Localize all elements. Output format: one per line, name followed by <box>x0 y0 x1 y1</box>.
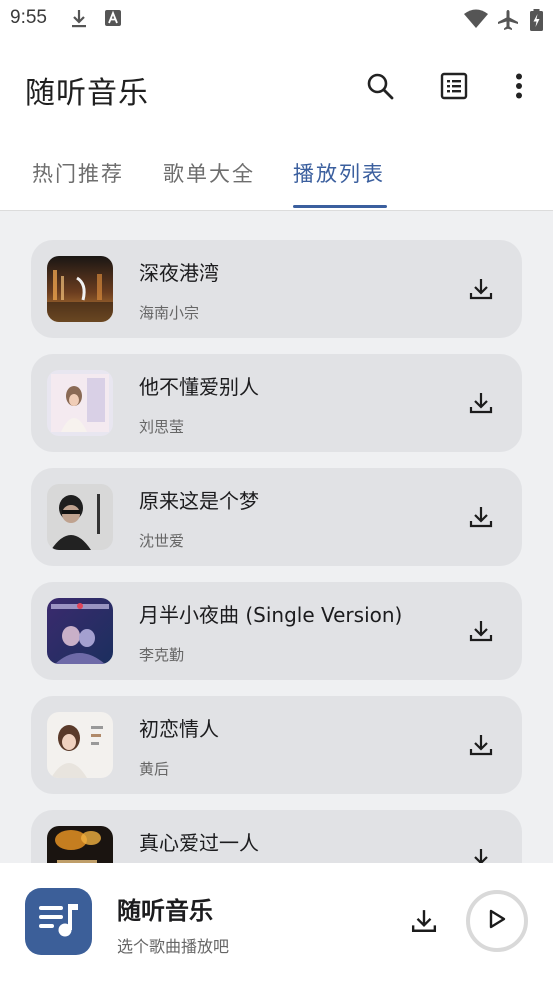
song-title: 初恋情人 <box>139 717 219 741</box>
album-cover <box>47 484 113 550</box>
airplane-icon <box>497 9 519 35</box>
download-button[interactable] <box>463 501 499 537</box>
download-icon <box>469 505 493 533</box>
play-icon <box>488 909 506 933</box>
tab-indicator <box>293 205 387 208</box>
notification-a-icon <box>104 9 122 31</box>
tab-play-list[interactable]: 播放列表 <box>293 158 385 188</box>
download-button[interactable] <box>463 615 499 651</box>
player-download-button[interactable] <box>404 903 444 943</box>
battery-charging-icon <box>530 9 543 35</box>
song-artist: 沈世爱 <box>139 532 185 550</box>
list-icon <box>440 72 468 104</box>
album-cover <box>47 712 113 778</box>
song-item[interactable]: 深夜港湾 海南小宗 <box>31 240 522 338</box>
song-item[interactable]: 月半小夜曲 (Single Version) 李克勤 <box>31 582 522 680</box>
status-time: 9:55 <box>10 7 47 28</box>
search-button[interactable] <box>360 68 400 108</box>
album-cover <box>47 598 113 664</box>
more-options-button[interactable] <box>499 68 539 108</box>
song-item[interactable]: 他不懂爱别人 刘思莹 <box>31 354 522 452</box>
song-item[interactable]: 初恋情人 黄后 <box>31 696 522 794</box>
song-artist: 李克勤 <box>139 646 185 664</box>
download-icon <box>469 733 493 761</box>
song-artist: 刘思莹 <box>139 418 185 436</box>
download-button[interactable] <box>463 843 499 863</box>
download-icon <box>469 391 493 419</box>
player-subtitle: 选个歌曲播放吧 <box>117 937 230 956</box>
download-icon <box>469 847 493 863</box>
download-icon <box>70 9 88 33</box>
song-title: 真心爱过一人 <box>139 831 259 855</box>
album-cover <box>47 370 113 436</box>
album-cover <box>47 826 113 863</box>
tab-playlists[interactable]: 歌单大全 <box>163 158 255 188</box>
mini-player[interactable]: 随听音乐 选个歌曲播放吧 <box>0 863 553 983</box>
status-bar: 9:55 <box>0 0 553 38</box>
song-item[interactable]: 真心爱过一人 <box>31 810 522 863</box>
song-title: 他不懂爱别人 <box>139 375 259 399</box>
download-button[interactable] <box>463 729 499 765</box>
app-logo <box>25 888 92 955</box>
wifi-icon <box>463 9 489 33</box>
download-button[interactable] <box>463 273 499 309</box>
song-title: 月半小夜曲 (Single Version) <box>139 603 403 627</box>
music-queue-icon <box>37 900 81 944</box>
song-title: 深夜港湾 <box>139 261 219 285</box>
player-title: 随听音乐 <box>117 897 213 925</box>
tab-bar: 热门推荐 歌单大全 播放列表 <box>0 138 553 211</box>
tab-hot-recommend[interactable]: 热门推荐 <box>32 158 124 188</box>
play-button[interactable] <box>466 890 528 952</box>
download-icon <box>469 619 493 647</box>
app-bar: 随听音乐 <box>0 38 553 138</box>
download-button[interactable] <box>463 387 499 423</box>
download-icon <box>411 908 437 938</box>
search-icon <box>366 72 394 104</box>
playlist-view-button[interactable] <box>434 68 474 108</box>
song-item[interactable]: 原来这是个梦 沈世爱 <box>31 468 522 566</box>
download-icon <box>469 277 493 305</box>
app-title: 随听音乐 <box>25 76 149 111</box>
more-vert-icon <box>515 73 523 103</box>
album-cover <box>47 256 113 322</box>
song-list[interactable]: 深夜港湾 海南小宗 他不懂爱别人 刘思莹 原来这是个梦 沈世爱 月半小夜曲 (S… <box>0 211 553 863</box>
song-artist: 海南小宗 <box>139 304 200 322</box>
song-artist: 黄后 <box>139 760 170 778</box>
song-title: 原来这是个梦 <box>139 489 259 513</box>
